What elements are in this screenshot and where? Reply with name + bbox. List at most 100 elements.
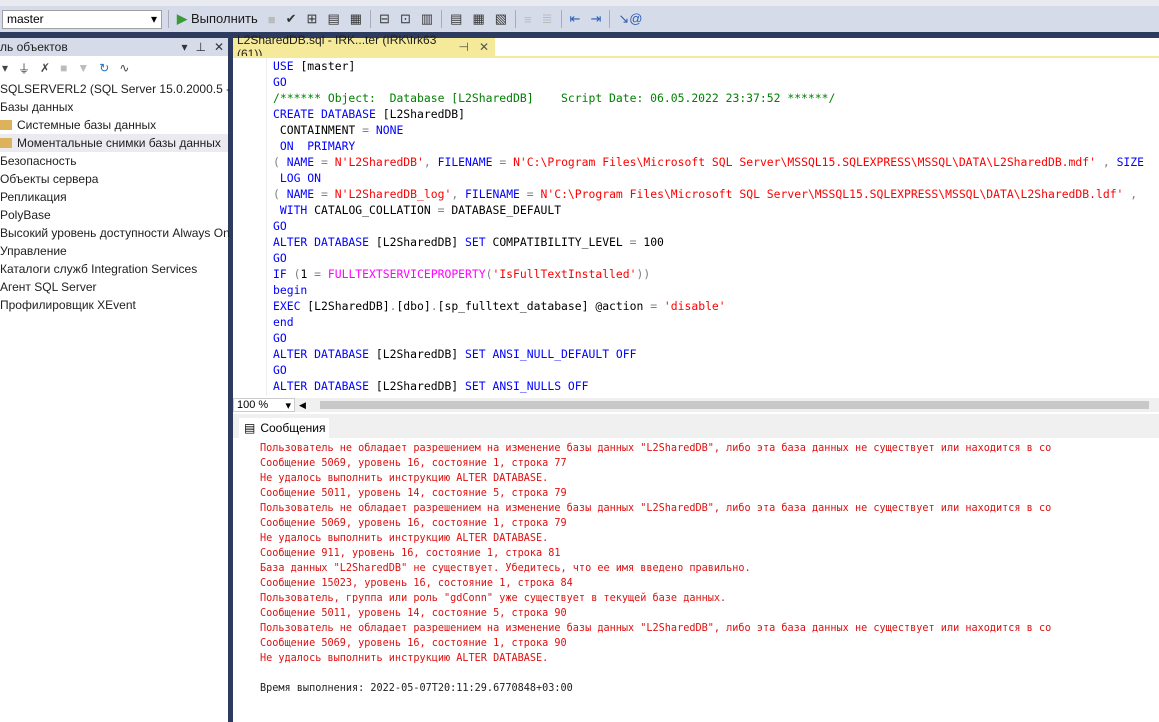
tree-item[interactable]: Каталоги служб Integration Services xyxy=(0,260,228,278)
tree-item[interactable]: Объекты сервера xyxy=(0,170,228,188)
outdent-icon[interactable]: ⇤ xyxy=(568,11,583,27)
code-token: EXEC xyxy=(273,299,308,313)
tab-query[interactable]: L2SharedDB.sql - IRK...ter (IRK\Irk63 (6… xyxy=(233,33,495,61)
play-icon: ▶ xyxy=(177,11,187,26)
code-token: N'L2SharedDB' xyxy=(334,155,424,169)
code-token: NAME xyxy=(286,187,322,201)
code-token: ANSI_NULL_DEFAULT OFF xyxy=(492,347,637,361)
zoom-selector[interactable]: 100 % ▾ xyxy=(233,398,295,412)
code-line: WITH CATALOG_COLLATION = DATABASE_DEFAUL… xyxy=(233,202,1159,218)
tree-item[interactable]: Безопасность xyxy=(0,152,228,170)
code-token: WITH xyxy=(273,203,315,217)
message-line: Сообщение 911, уровень 16, состояние 1, … xyxy=(260,548,561,559)
pin-icon[interactable]: ⊥ xyxy=(195,40,205,54)
tree-item-label: Профилировщик XEvent xyxy=(0,298,136,312)
code-token: ( xyxy=(273,155,287,169)
close-icon[interactable]: ✕ xyxy=(214,40,224,54)
code-line: /****** Object: Database [L2SharedDB] Sc… xyxy=(233,90,1159,106)
results-to-grid-icon[interactable]: ▦ xyxy=(470,11,486,27)
results-text-icon[interactable]: ▤ xyxy=(325,11,341,27)
code-token: = xyxy=(650,299,664,313)
stop-icon[interactable]: ■ xyxy=(266,12,278,27)
code-line: GO xyxy=(233,250,1159,266)
stop-icon[interactable]: ■ xyxy=(60,61,67,75)
code-line: CREATE DATABASE [L2SharedDB] xyxy=(233,106,1159,122)
tree-item[interactable]: Агент SQL Server xyxy=(0,278,228,296)
completion-time: Время выполнения: 2022-05-07T20:11:29.67… xyxy=(260,683,573,694)
message-line: Пользователь не обладает разрешением на … xyxy=(260,503,1052,514)
scroll-left-icon[interactable]: ◀ xyxy=(299,400,306,411)
code-token: GO xyxy=(273,363,287,377)
code-token: = xyxy=(362,123,376,137)
message-line: База данных "L2SharedDB" не существует. … xyxy=(260,563,751,574)
filter-icon[interactable]: ▼ xyxy=(77,61,89,75)
code-token: FILENAME xyxy=(465,187,527,201)
tree-item-label: Высокий уровень доступности Always On xyxy=(0,226,230,240)
tree-item[interactable]: PolyBase xyxy=(0,206,228,224)
code-token: DATABASE_DEFAULT xyxy=(451,203,562,217)
code-token: GO xyxy=(273,75,287,89)
tree-item[interactable]: Репликация xyxy=(0,188,228,206)
tree-item[interactable]: Управление xyxy=(0,242,228,260)
tree-item[interactable]: Высокий уровень доступности Always On xyxy=(0,224,230,242)
code-token: = xyxy=(629,235,644,249)
activity-icon[interactable]: ∿ xyxy=(119,61,129,75)
plug-icon[interactable]: ⏚ xyxy=(18,60,30,77)
tree-item-label: Моментальные снимки базы данных xyxy=(17,136,221,150)
message-line: Пользователь не обладает разрешением на … xyxy=(260,623,1052,634)
database-selector[interactable]: master ▾ xyxy=(2,9,162,29)
tree-item[interactable]: SQLSERVERL2 (SQL Server 15.0.2000.5 - ir… xyxy=(0,80,249,98)
results-to-text-icon[interactable]: ▤ xyxy=(448,11,464,27)
code-token: SET xyxy=(465,235,493,249)
tree-item-label: Базы данных xyxy=(0,100,74,114)
tree-item-label: PolyBase xyxy=(0,208,51,222)
code-token: = xyxy=(499,155,514,169)
code-token: , xyxy=(1095,155,1117,169)
folder-icon xyxy=(0,120,12,130)
code-area[interactable]: USE [master] GO/****** Object: Database [… xyxy=(233,58,1159,396)
live-plan-icon[interactable]: ⊡ xyxy=(398,11,413,27)
code-token: [dbo] xyxy=(396,299,431,313)
stats-icon[interactable]: ▥ xyxy=(419,11,435,27)
query-plan-icon[interactable]: ⊞ xyxy=(305,11,320,27)
code-token: SIZE xyxy=(1116,155,1144,169)
code-line: GO xyxy=(233,362,1159,378)
code-token: = xyxy=(314,267,328,281)
refresh-icon[interactable]: ↻ xyxy=(99,61,109,75)
dropdown-icon[interactable]: ▾ xyxy=(181,40,187,54)
pin-icon[interactable]: ⊣ xyxy=(458,40,468,54)
specify-values-icon[interactable]: ↘@ xyxy=(616,11,644,27)
tree-item[interactable]: Системные базы данных xyxy=(0,116,228,134)
code-token: [L2SharedDB] xyxy=(307,299,390,313)
indent-icon[interactable]: ⇥ xyxy=(588,11,603,27)
tree-item[interactable]: Профилировщик XEvent xyxy=(0,296,228,314)
comment-icon[interactable]: ≡ xyxy=(522,12,534,27)
code-token: , xyxy=(451,187,466,201)
results-to-file-icon[interactable]: ▧ xyxy=(493,11,509,27)
tree-item[interactable]: Базы данных xyxy=(0,98,228,116)
uncomment-icon[interactable]: ≣ xyxy=(540,11,555,27)
execute-button[interactable]: ▶ Выполнить xyxy=(175,11,260,27)
query-editor: L2SharedDB.sql - IRK...ter (IRK\Irk63 (6… xyxy=(233,33,1159,722)
divider xyxy=(370,10,372,28)
code-token: [L2SharedDB] xyxy=(375,379,466,393)
code-token: GO xyxy=(273,251,287,265)
horizontal-scrollbar[interactable] xyxy=(319,401,1149,409)
code-token: ALTER DATABASE xyxy=(273,235,376,249)
parse-check-icon[interactable]: ✔ xyxy=(284,11,299,27)
code-token: )) xyxy=(636,267,651,281)
code-token: 'disable' xyxy=(663,299,726,313)
tab-messages[interactable]: ▤ Сообщения xyxy=(239,418,329,438)
code-token: [sp_fulltext_database] @action xyxy=(437,299,651,313)
code-token: USE xyxy=(273,59,301,73)
code-token: ON PRIMARY xyxy=(273,139,356,153)
code-token: = xyxy=(321,155,335,169)
tree-item[interactable]: Моментальные снимки базы данных xyxy=(0,134,228,152)
results-grid-icon[interactable]: ▦ xyxy=(348,11,364,27)
results-tabs: ▤ Сообщения xyxy=(233,414,1159,438)
disconnect-icon[interactable]: ✗ xyxy=(40,61,50,75)
divider xyxy=(609,10,611,28)
close-tab-icon[interactable]: ✕ xyxy=(479,40,489,54)
plan-icon[interactable]: ⊟ xyxy=(377,11,392,27)
connect-icon[interactable]: ▾ xyxy=(2,61,8,75)
